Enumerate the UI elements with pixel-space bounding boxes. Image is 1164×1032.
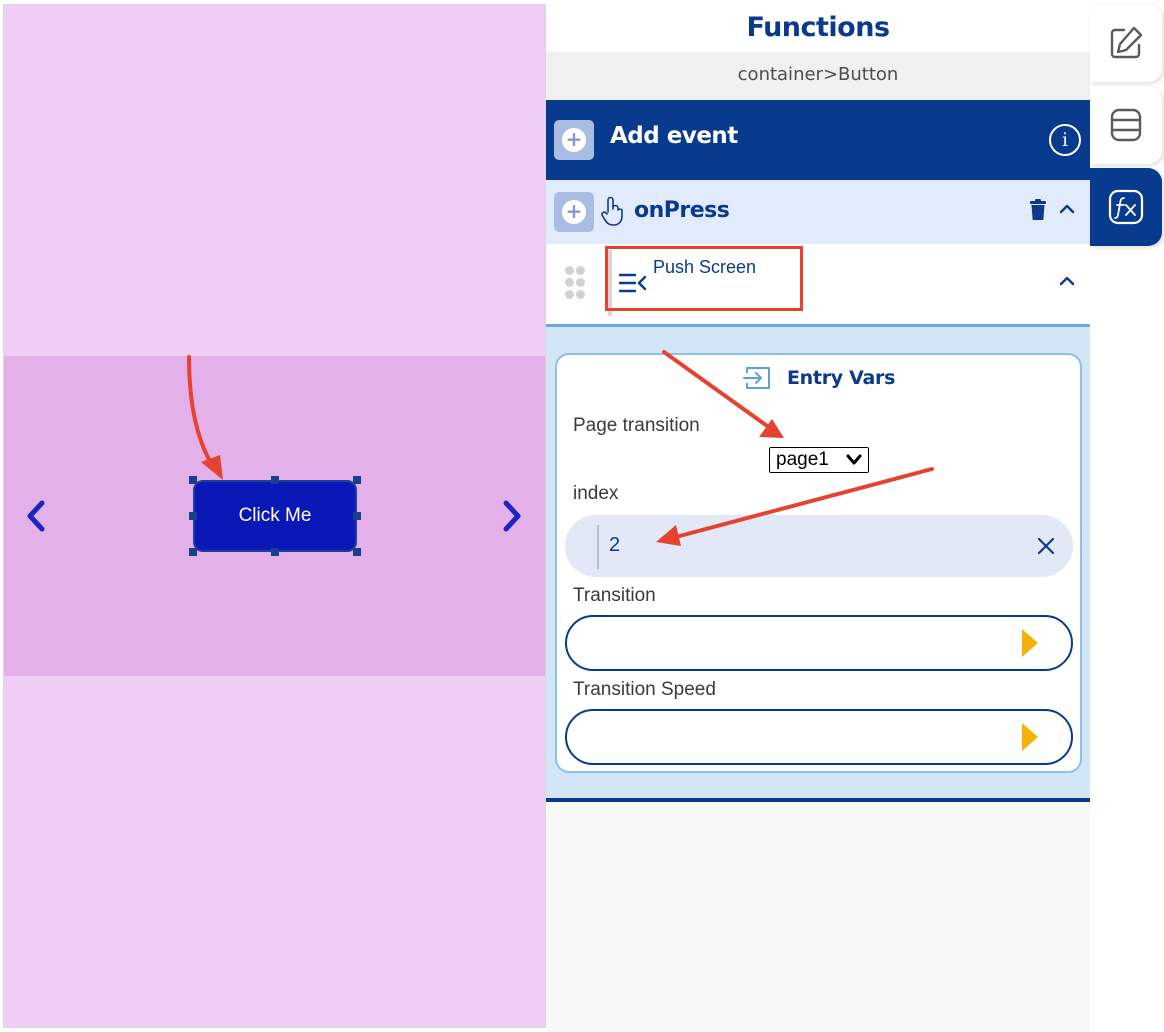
design-canvas[interactable]: Click Me bbox=[3, 4, 546, 1028]
chevron-up-icon[interactable] bbox=[1058, 202, 1076, 216]
carousel-container[interactable]: Click Me bbox=[4, 356, 545, 676]
functions-panel: Functions container>Button + Add event i… bbox=[546, 0, 1090, 1032]
resize-handle[interactable] bbox=[189, 512, 197, 520]
breadcrumb: container>Button bbox=[546, 52, 1090, 100]
chevron-right-icon bbox=[503, 500, 521, 532]
entry-vars-title: Entry Vars bbox=[787, 367, 896, 389]
function-icon bbox=[1108, 189, 1144, 225]
chevron-up-icon[interactable] bbox=[1058, 274, 1076, 288]
database-icon bbox=[1110, 108, 1142, 142]
close-icon[interactable] bbox=[1036, 536, 1056, 556]
carousel-prev-arrow[interactable] bbox=[22, 497, 50, 535]
rail-tab-data[interactable] bbox=[1090, 86, 1162, 164]
highlight-box bbox=[605, 246, 803, 311]
drag-handle-icon[interactable] bbox=[563, 266, 587, 302]
click-me-button[interactable]: Click Me bbox=[193, 480, 357, 552]
page-transition-label: Page transition bbox=[573, 415, 700, 436]
caret-right-icon bbox=[1022, 723, 1038, 751]
text-caret bbox=[597, 525, 599, 569]
resize-handle[interactable] bbox=[271, 548, 279, 556]
action-params-area: Entry Vars Page transition page1 index 2 bbox=[546, 324, 1090, 802]
add-event-bar[interactable]: + Add event i bbox=[546, 100, 1090, 180]
tool-rail bbox=[1090, 0, 1164, 1032]
page-select-value: page1 bbox=[776, 449, 829, 470]
transition-label: Transition bbox=[573, 585, 656, 606]
selected-button-wrapper[interactable]: Click Me bbox=[189, 476, 361, 556]
rail-tab-edit[interactable] bbox=[1090, 4, 1162, 82]
touch-icon bbox=[601, 196, 623, 226]
add-icon: + bbox=[562, 200, 586, 224]
edit-icon bbox=[1110, 26, 1143, 59]
resize-handle[interactable] bbox=[271, 476, 279, 484]
index-value: 2 bbox=[609, 534, 621, 556]
transition-speed-select[interactable] bbox=[565, 709, 1073, 765]
add-event-button[interactable]: + bbox=[554, 120, 594, 160]
add-action-button[interactable]: + bbox=[554, 192, 594, 232]
event-label: onPress bbox=[634, 198, 730, 223]
chevron-down-icon bbox=[846, 454, 862, 465]
index-input[interactable]: 2 bbox=[565, 515, 1073, 577]
resize-handle[interactable] bbox=[189, 476, 197, 484]
resize-handle[interactable] bbox=[353, 476, 361, 484]
caret-right-icon bbox=[1022, 629, 1038, 657]
carousel-next-arrow[interactable] bbox=[498, 497, 526, 535]
rail-tab-functions[interactable] bbox=[1090, 168, 1162, 246]
add-icon: + bbox=[562, 128, 586, 152]
transition-speed-label: Transition Speed bbox=[573, 679, 716, 700]
panel-title: Functions bbox=[546, 0, 1090, 52]
trash-icon[interactable] bbox=[1028, 199, 1048, 221]
resize-handle[interactable] bbox=[353, 548, 361, 556]
chevron-left-icon bbox=[27, 500, 45, 532]
entry-vars-card: Entry Vars Page transition page1 index 2 bbox=[555, 353, 1082, 773]
index-label: index bbox=[573, 483, 619, 504]
resize-handle[interactable] bbox=[189, 548, 197, 556]
page-select[interactable]: page1 bbox=[769, 447, 869, 473]
resize-handle[interactable] bbox=[353, 512, 361, 520]
action-push-screen[interactable]: Push Screen bbox=[546, 244, 1090, 324]
entry-vars-icon bbox=[743, 367, 770, 389]
info-icon[interactable]: i bbox=[1049, 124, 1081, 156]
transition-select[interactable] bbox=[565, 615, 1073, 671]
app-root: Click Me Functions container>Button + Ad… bbox=[0, 0, 1164, 1032]
add-event-label: Add event bbox=[610, 123, 738, 149]
event-onpress-header[interactable]: + onPress bbox=[546, 180, 1090, 244]
